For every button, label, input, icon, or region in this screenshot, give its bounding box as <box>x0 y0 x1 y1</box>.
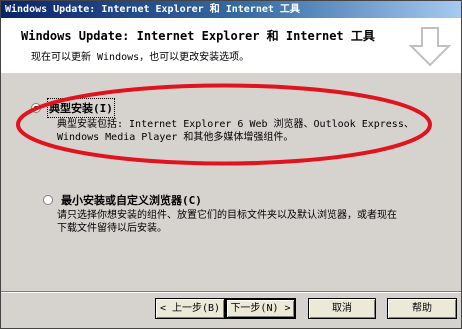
custom-install-radio[interactable] <box>43 195 53 205</box>
typical-install-description: 典型安装包括: Internet Explorer 6 Web 浏览器、Outl… <box>57 118 414 144</box>
custom-install-description-line2: 下载文件留待以后安装。 <box>57 223 167 234</box>
cancel-button[interactable]: 取消 <box>308 298 376 319</box>
typical-install-label[interactable]: 典型安装(I) <box>47 98 115 118</box>
typical-install-radio[interactable] <box>31 103 41 113</box>
back-button[interactable]: < 上一步(B) <box>155 298 225 319</box>
setup-wizard-window: Windows Update: Internet Explorer 和 Inte… <box>0 0 462 329</box>
custom-install-description-line1: 请只选择你想安装的组件、放置它们的目标文件夹以及默认浏览器，或者现在 <box>57 210 397 221</box>
custom-install-description: 请只选择你想安装的组件、放置它们的目标文件夹以及默认浏览器，或者现在 下载文件留… <box>57 209 397 235</box>
down-arrow-icon <box>409 27 451 67</box>
header-title: Windows Update: Internet Explorer 和 Inte… <box>21 29 375 43</box>
typical-install-description-line2: Windows Media Player 和其他多媒体增强组件。 <box>57 132 294 143</box>
header-subtitle: 现在可以更新 Windows，也可以更改安装选项。 <box>31 52 250 63</box>
option-custom-install[interactable]: 最小安装或自定义浏览器(C) <box>43 192 202 208</box>
footer-separator <box>1 291 461 293</box>
header-divider <box>1 72 461 73</box>
typical-install-description-line1: 典型安装包括: Internet Explorer 6 Web 浏览器、Outl… <box>57 119 414 130</box>
title-bar[interactable]: Windows Update: Internet Explorer 和 Inte… <box>1 1 461 18</box>
next-button[interactable]: 下一步(N) > <box>225 298 296 319</box>
wizard-header: Windows Update: Internet Explorer 和 Inte… <box>1 18 461 73</box>
help-button[interactable]: 帮助 <box>387 298 457 319</box>
custom-install-label[interactable]: 最小安装或自定义浏览器(C) <box>61 192 202 208</box>
window-title: Windows Update: Internet Explorer 和 Inte… <box>5 4 300 15</box>
option-typical-install[interactable]: 典型安装(I) <box>31 98 115 118</box>
